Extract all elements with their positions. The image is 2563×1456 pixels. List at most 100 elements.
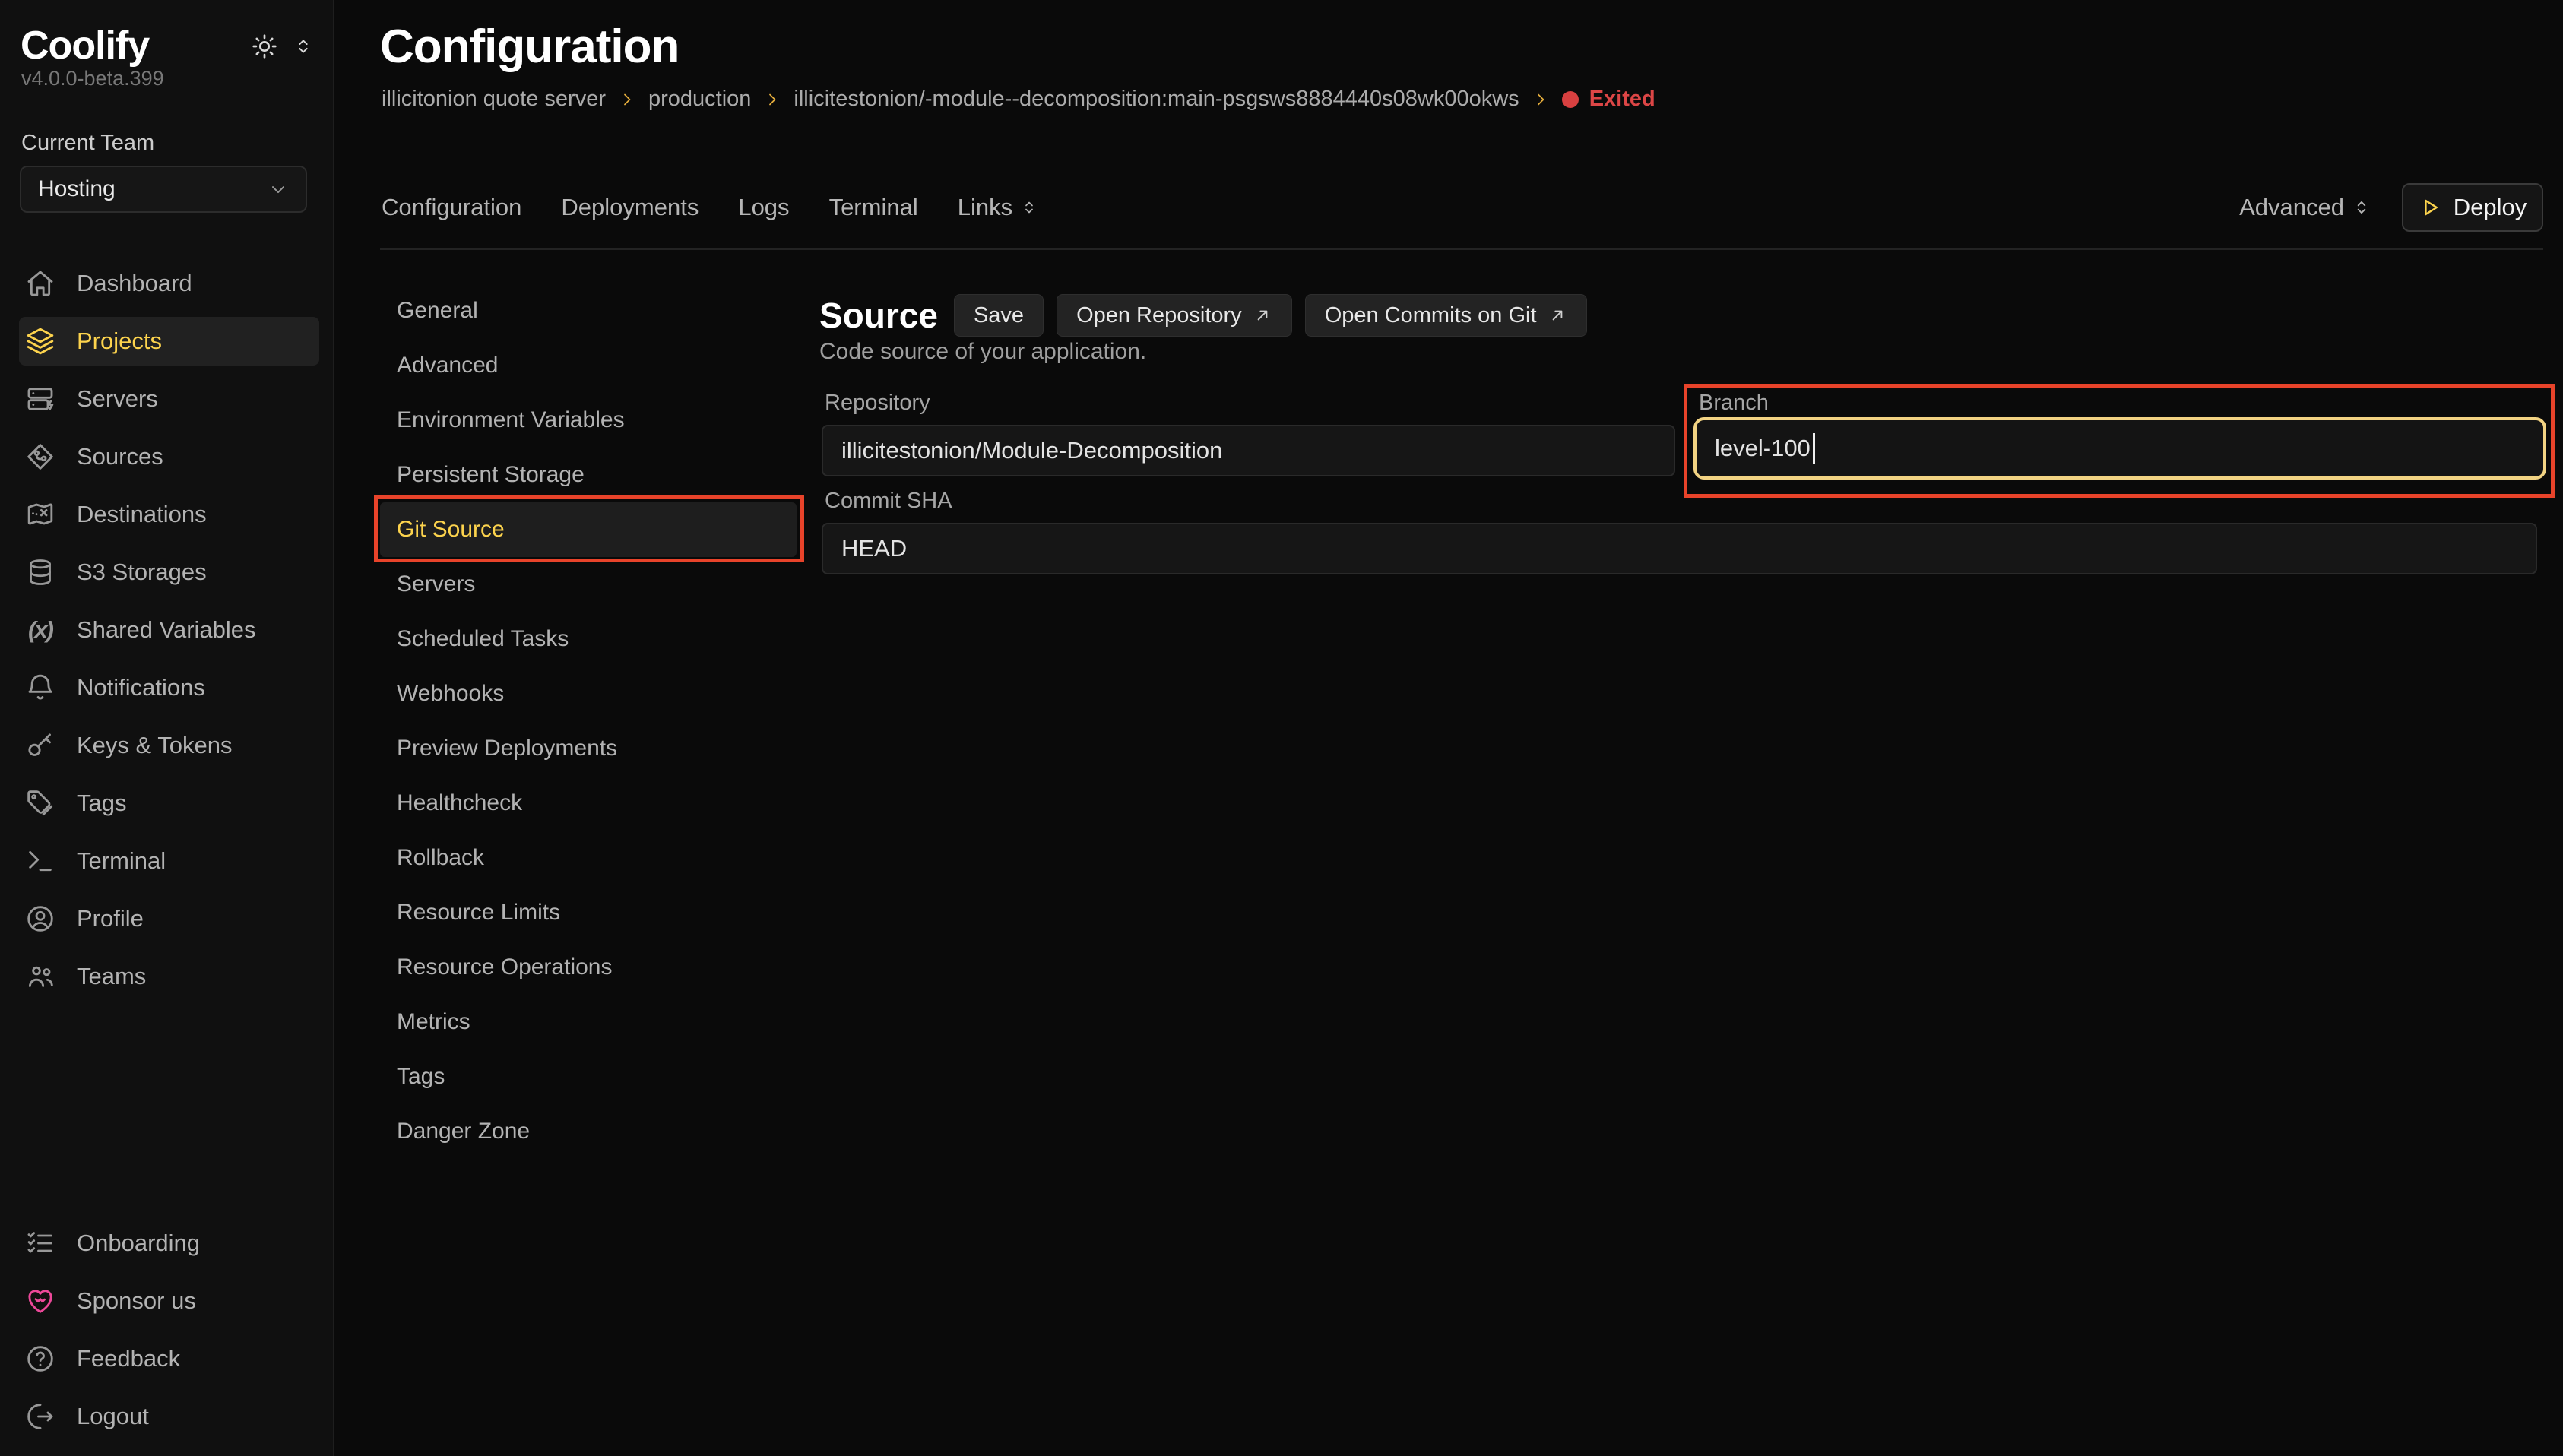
current-team-label: Current Team <box>21 131 154 156</box>
chevron-right-icon <box>618 90 636 109</box>
home-icon <box>25 268 55 299</box>
tab-label: Logs <box>738 194 789 221</box>
open-commits-label: Open Commits on Git <box>1325 303 1537 328</box>
sidebar-item-onboarding[interactable]: Onboarding <box>19 1219 319 1268</box>
chevron-up-down-icon[interactable] <box>293 36 314 57</box>
sidebar-item-teams[interactable]: Teams <box>19 952 319 1001</box>
status-text: Exited <box>1589 87 1655 112</box>
branch-input[interactable]: level-100 <box>1693 417 2546 480</box>
tag-icon <box>25 788 55 818</box>
open-commits-button[interactable]: Open Commits on Git <box>1305 294 1587 337</box>
sidebar-item-destinations[interactable]: Destinations <box>19 490 319 539</box>
advanced-label: Advanced <box>2239 194 2344 221</box>
source-description: Code source of your application. <box>819 339 1146 365</box>
map-icon <box>25 499 55 530</box>
commit-sha-input[interactable]: HEAD <box>822 523 2537 574</box>
subnav-item-git-source[interactable]: Git Source <box>380 502 797 557</box>
tab-terminal[interactable]: Terminal <box>829 194 918 221</box>
subnav-item-persistent-storage[interactable]: Persistent Storage <box>380 448 797 502</box>
sidebar-item-label: Keys & Tokens <box>77 732 232 759</box>
app-logo: Coolify <box>21 23 149 68</box>
user-circle-icon <box>25 904 55 934</box>
breadcrumb-environment[interactable]: production <box>648 87 751 112</box>
tab-logs[interactable]: Logs <box>738 194 789 221</box>
tab-deployments[interactable]: Deployments <box>561 194 699 221</box>
sidebar-item-label: Terminal <box>77 847 166 875</box>
chevron-right-icon <box>763 90 781 109</box>
source-heading: Source <box>819 295 938 336</box>
sidebar-item-terminal[interactable]: Terminal <box>19 837 319 885</box>
tab-label: Deployments <box>561 194 699 221</box>
deploy-button[interactable]: Deploy <box>2402 183 2543 232</box>
sidebar-item-s3-storages[interactable]: S3 Storages <box>19 548 319 597</box>
sidebar-item-label: Destinations <box>77 501 207 528</box>
subnav-item-scheduled-tasks[interactable]: Scheduled Tasks <box>380 612 797 666</box>
tab-configuration[interactable]: Configuration <box>382 194 521 221</box>
branch-label: Branch <box>1699 391 1769 416</box>
status-dot-icon <box>1562 91 1579 108</box>
repository-input[interactable]: illicitestonion/Module-Decomposition <box>822 425 1675 476</box>
source-header-row: Source Save Open Repository Open Commits… <box>819 294 1587 337</box>
breadcrumb-application[interactable]: illicitestonion/-module--decomposition:m… <box>794 87 1519 112</box>
advanced-dropdown[interactable]: Advanced <box>2239 194 2371 221</box>
save-button[interactable]: Save <box>954 294 1044 337</box>
sidebar-item-label: Projects <box>77 328 162 355</box>
subnav-item-healthcheck[interactable]: Healthcheck <box>380 776 797 831</box>
subnav-item-resource-limits[interactable]: Resource Limits <box>380 885 797 940</box>
subnav-item-servers[interactable]: Servers <box>380 557 797 612</box>
sidebar-item-dashboard[interactable]: Dashboard <box>19 259 319 308</box>
sidebar-item-label: Profile <box>77 905 144 932</box>
subnav-item-preview-deployments[interactable]: Preview Deployments <box>380 721 797 776</box>
parentheses-x-icon: (x) <box>25 616 55 644</box>
play-icon <box>2419 196 2441 219</box>
chevron-up-down-icon <box>1020 198 1038 217</box>
breadcrumb-project[interactable]: illicitonion quote server <box>382 87 606 112</box>
theme-sun-icon[interactable] <box>250 32 279 61</box>
subnav-item-general[interactable]: General <box>380 283 797 338</box>
sidebar-item-sources[interactable]: Sources <box>19 432 319 481</box>
subnav-item-advanced[interactable]: Advanced <box>380 338 797 393</box>
sidebar-item-feedback[interactable]: Feedback <box>19 1334 319 1383</box>
save-label: Save <box>974 303 1024 328</box>
subnav-item-metrics[interactable]: Metrics <box>380 995 797 1049</box>
sidebar-item-keys-tokens[interactable]: Keys & Tokens <box>19 721 319 770</box>
tab-label: Terminal <box>829 194 918 221</box>
subnav-item-webhooks[interactable]: Webhooks <box>380 666 797 721</box>
users-icon <box>25 961 55 992</box>
app-version: v4.0.0-beta.399 <box>21 67 164 90</box>
sidebar-item-sponsor-us[interactable]: Sponsor us <box>19 1277 319 1325</box>
open-repository-button[interactable]: Open Repository <box>1057 294 1292 337</box>
subnav-item-environment-variables[interactable]: Environment Variables <box>380 393 797 448</box>
tab-links[interactable]: Links <box>958 194 1038 221</box>
sidebar-footer: Onboarding Sponsor us Feedback Logout <box>19 1219 319 1441</box>
sidebar-item-tags[interactable]: Tags <box>19 779 319 828</box>
divider <box>380 248 2543 250</box>
page-title: Configuration <box>380 20 679 74</box>
sidebar-item-logout[interactable]: Logout <box>19 1392 319 1441</box>
text-cursor <box>1813 433 1815 464</box>
subnav-item-tags[interactable]: Tags <box>380 1049 797 1104</box>
bell-icon <box>25 673 55 703</box>
chevron-right-icon <box>1532 90 1550 109</box>
deploy-label: Deploy <box>2454 194 2527 221</box>
sidebar-item-label: Dashboard <box>77 270 192 297</box>
main-content: Configuration illicitonion quote server … <box>334 0 2563 1456</box>
sidebar-item-shared-variables[interactable]: (x) Shared Variables <box>19 606 319 654</box>
sidebar-item-label: Tags <box>77 790 126 817</box>
sidebar-item-profile[interactable]: Profile <box>19 894 319 943</box>
help-circle-icon <box>25 1344 55 1374</box>
commit-sha-value: HEAD <box>841 535 907 562</box>
logout-icon <box>25 1401 55 1432</box>
sidebar-item-servers[interactable]: Servers <box>19 375 319 423</box>
sidebar-item-notifications[interactable]: Notifications <box>19 663 319 712</box>
subnav-item-resource-operations[interactable]: Resource Operations <box>380 940 797 995</box>
subnav-item-danger-zone[interactable]: Danger Zone <box>380 1104 797 1159</box>
status-badge: Exited <box>1562 87 1655 112</box>
sidebar-item-projects[interactable]: Projects <box>19 317 319 366</box>
database-icon <box>25 557 55 587</box>
team-select-value: Hosting <box>38 176 116 202</box>
team-select[interactable]: Hosting <box>20 166 307 213</box>
repository-value: illicitestonion/Module-Decomposition <box>841 437 1222 464</box>
commit-sha-label: Commit SHA <box>825 489 952 514</box>
subnav-item-rollback[interactable]: Rollback <box>380 831 797 885</box>
